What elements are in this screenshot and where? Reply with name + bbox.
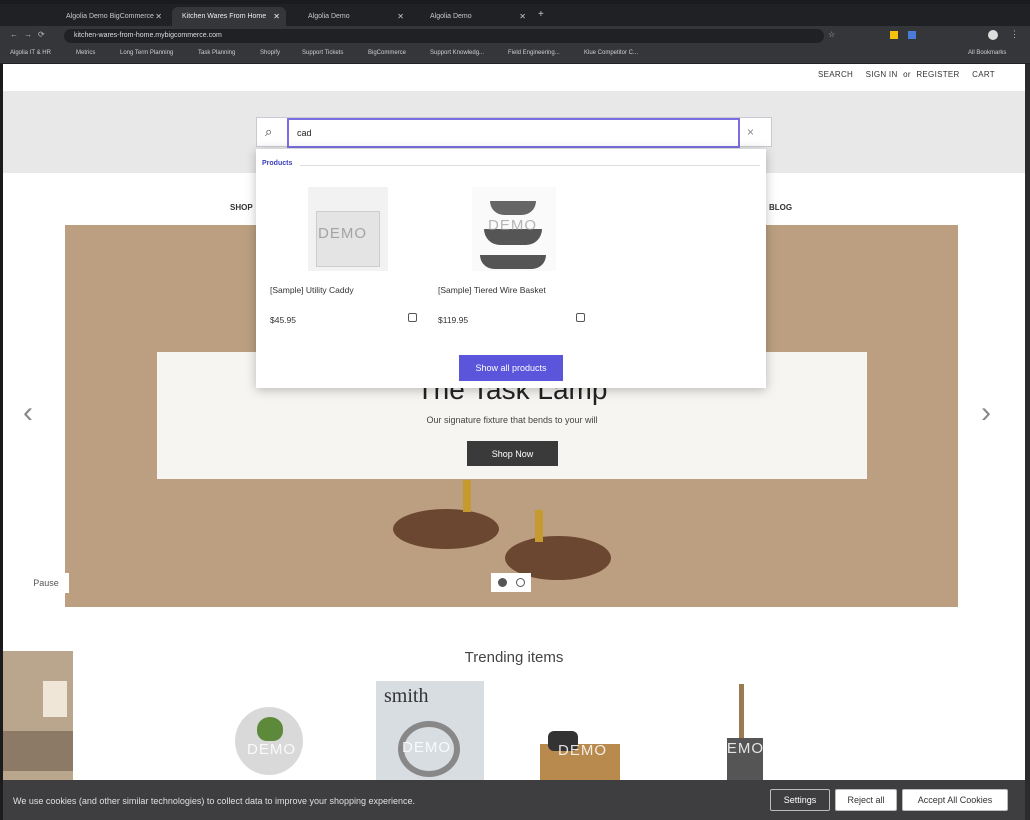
bookmark-item[interactable]: Task Planning: [198, 50, 235, 56]
magazine-title: smith: [384, 685, 429, 707]
close-tab-icon[interactable]: ✕: [155, 12, 162, 21]
top-navigation: SEARCH SIGN IN or REGISTER CART: [808, 70, 995, 79]
product-name[interactable]: [Sample] Tiered Wire Basket: [438, 285, 568, 295]
demo-watermark: DEMO: [488, 217, 537, 234]
trending-product-tools[interactable]: DEMO: [707, 684, 783, 781]
trending-title: Trending items: [464, 649, 564, 666]
new-tab-icon[interactable]: +: [538, 9, 544, 20]
cookie-banner: We use cookies (and other similar techno…: [3, 780, 1025, 820]
browser-tab-2[interactable]: Kitchen Wares From Home ✕: [172, 7, 286, 26]
trending-product-box[interactable]: DEMO: [528, 726, 632, 781]
product-name[interactable]: [Sample] Utility Caddy: [270, 285, 400, 295]
carousel-dot-active[interactable]: [498, 578, 507, 587]
window-image: [43, 681, 67, 717]
add-to-cart-icon[interactable]: [408, 313, 417, 322]
lamp-stem: [463, 480, 471, 512]
nav-buttons-icon[interactable]: ←→⟳: [10, 30, 51, 39]
browser-tab-bar: Algolia Demo BigCommerce ✕ Kitchen Wares …: [0, 4, 1030, 26]
hero-subtitle: Our signature fixture that bends to your…: [426, 415, 598, 425]
sign-in-link[interactable]: SIGN IN: [866, 70, 898, 79]
browser-menu-icon[interactable]: ⋮: [1010, 29, 1019, 40]
carousel-dot[interactable]: [516, 578, 525, 587]
shop-now-button[interactable]: Shop Now: [467, 441, 558, 466]
clear-search-icon[interactable]: ×: [747, 125, 754, 139]
bookmark-item[interactable]: BigCommerce: [368, 50, 406, 56]
menu-shop[interactable]: SHOP: [230, 203, 253, 212]
tool-handle-image: [739, 684, 744, 744]
address-bar[interactable]: kitchen-wares-from-home.mybigcommerce.co…: [64, 29, 824, 43]
browser-toolbar: ←→⟳ kitchen-wares-from-home.mybigcommerc…: [0, 26, 1030, 46]
close-tab-icon[interactable]: ✕: [273, 12, 280, 21]
tab-label: Algolia Demo BigCommerce: [66, 13, 154, 20]
browser-tab-4[interactable]: Algolia Demo ✕: [420, 7, 532, 26]
demo-watermark: DEMO: [558, 742, 607, 759]
product-image: DEMO: [308, 187, 388, 271]
bookmarks-bar: Algolia IT & HR Metrics Long Term Planni…: [0, 46, 1030, 64]
extension-icon[interactable]: [908, 31, 916, 39]
basket-tier-image: [480, 255, 546, 269]
carousel-prev-icon[interactable]: ‹: [23, 396, 33, 430]
profile-avatar[interactable]: [988, 30, 998, 40]
demo-watermark: DEMO: [715, 740, 764, 757]
bookmark-item[interactable]: Metrics: [76, 50, 95, 56]
search-results-dropdown: Products DEMO [Sample] Utility Caddy $45…: [256, 149, 766, 388]
bookmark-item[interactable]: Support Tickets: [302, 50, 343, 56]
bookmark-item[interactable]: Support Knowledg...: [430, 50, 484, 56]
cookie-message: We use cookies (and other similar techno…: [13, 796, 416, 806]
tab-label: Algolia Demo: [430, 13, 472, 20]
plant-image: [257, 717, 283, 741]
close-tab-icon[interactable]: ✕: [519, 12, 526, 21]
accept-all-cookies-button[interactable]: Accept All Cookies: [902, 789, 1008, 811]
demo-watermark: DEMO: [318, 225, 367, 242]
register-link[interactable]: REGISTER: [916, 70, 959, 79]
web-page: SEARCH SIGN IN or REGISTER CART SHOP BLO…: [3, 64, 1025, 820]
url-text: kitchen-wares-from-home.mybigcommerce.co…: [74, 32, 222, 39]
product-card-utility-caddy[interactable]: DEMO [Sample] Utility Caddy $45.95: [266, 179, 417, 339]
product-card-tiered-wire-basket[interactable]: DEMO [Sample] Tiered Wire Basket $119.95: [432, 179, 585, 339]
extension-icon[interactable]: [890, 31, 898, 39]
lamp-stem: [535, 510, 543, 542]
search-bar: ⌕ ×: [256, 117, 772, 148]
screen: Algolia Demo BigCommerce ✕ Kitchen Wares …: [0, 0, 1030, 820]
demo-watermark: DEMO: [247, 741, 296, 758]
all-bookmarks[interactable]: All Bookmarks: [968, 50, 1006, 56]
reject-all-button[interactable]: Reject all: [835, 789, 897, 811]
bookmark-star-icon[interactable]: ☆: [828, 30, 835, 39]
tab-label: Kitchen Wares From Home: [182, 13, 267, 20]
trending-product-terrarium[interactable]: DEMO: [229, 703, 309, 781]
bookmark-item[interactable]: Long Term Planning: [120, 50, 173, 56]
search-input[interactable]: [287, 118, 740, 148]
bookmark-item[interactable]: Klue Competitor C...: [584, 50, 638, 56]
video-thumbnail: [3, 651, 73, 784]
bookmark-item[interactable]: Algolia IT & HR: [10, 50, 51, 56]
cookie-settings-button[interactable]: Settings: [770, 789, 830, 811]
show-all-products-button[interactable]: Show all products: [459, 355, 563, 381]
product-image: DEMO: [472, 187, 556, 271]
products-section-label: Products: [262, 160, 293, 167]
cart-link[interactable]: CART: [972, 70, 995, 79]
sofa-image: [3, 731, 73, 771]
section-divider: [300, 165, 760, 166]
add-to-cart-icon[interactable]: [576, 313, 585, 322]
close-tab-icon[interactable]: ✕: [397, 12, 404, 21]
carousel-next-icon[interactable]: ›: [981, 396, 991, 430]
carousel-dots: [491, 573, 531, 592]
bookmark-item[interactable]: Shopify: [260, 50, 280, 56]
or-text: or: [903, 70, 911, 79]
product-price: $119.95: [438, 315, 469, 325]
product-price: $45.95: [270, 315, 296, 325]
scrollbar[interactable]: [1025, 64, 1030, 820]
browser-tab-3[interactable]: Algolia Demo ✕: [298, 7, 410, 26]
tab-label: Algolia Demo: [308, 13, 350, 20]
browser-tab-1[interactable]: Algolia Demo BigCommerce ✕: [56, 7, 168, 26]
trending-product-magazine[interactable]: smith DEMO: [376, 681, 484, 781]
menu-blog[interactable]: BLOG: [769, 203, 792, 212]
demo-watermark: DEMO: [402, 739, 451, 756]
lamp-base: [393, 509, 499, 549]
bookmark-item[interactable]: Field Engineering...: [508, 50, 560, 56]
search-link[interactable]: SEARCH: [818, 70, 853, 79]
basket-tier-image: [490, 201, 536, 215]
carousel-pause-button[interactable]: Pause: [23, 573, 69, 593]
